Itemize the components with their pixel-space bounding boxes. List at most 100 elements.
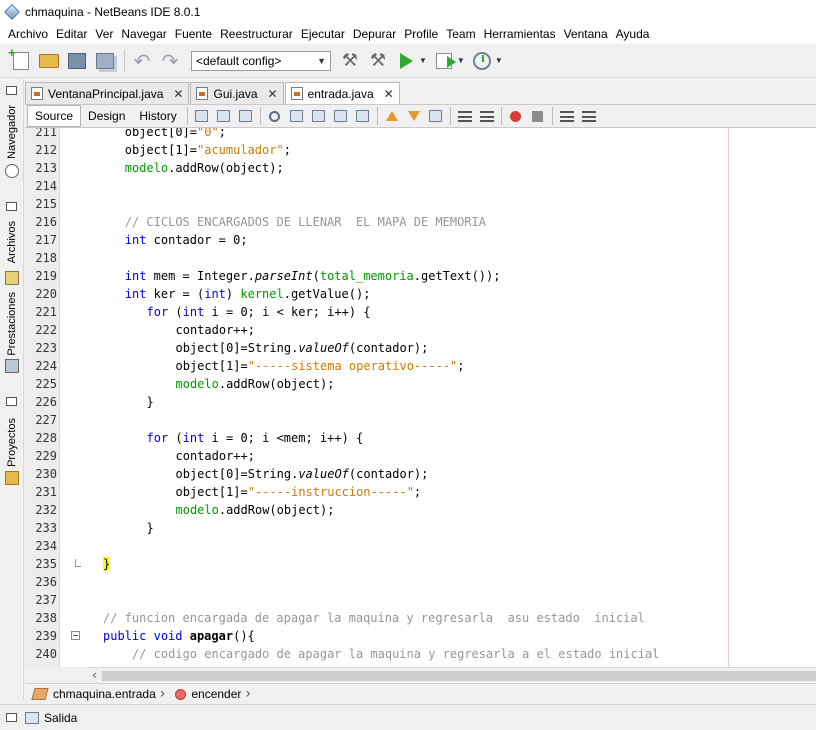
last-edit-button[interactable] xyxy=(191,106,213,126)
menu-fuente[interactable]: Fuente xyxy=(171,27,216,41)
build-button[interactable]: ⚒ xyxy=(337,49,363,73)
code-line[interactable]: 232 modelo.addRow(object); xyxy=(25,501,816,519)
shift-left-button[interactable] xyxy=(454,106,476,126)
code-line[interactable]: 227 xyxy=(25,411,816,429)
debug-button[interactable] xyxy=(431,49,457,73)
code-line[interactable]: 233} xyxy=(25,519,816,537)
code-line[interactable]: 212 object[1]="acumulador"; xyxy=(25,141,816,159)
sidebar-tab-archivos[interactable]: Archivos xyxy=(0,219,24,265)
scroll-left-icon[interactable]: ‹ xyxy=(92,668,97,682)
restore-window-icon[interactable] xyxy=(6,86,17,95)
menu-ayuda[interactable]: Ayuda xyxy=(612,27,654,41)
code-line[interactable]: 239 public void apagar(){ xyxy=(25,627,816,645)
breadcrumb-method[interactable]: encender › xyxy=(175,686,251,702)
code-line[interactable]: 228 for (int i = 0; i <mem; i++) { xyxy=(25,429,816,447)
code-line[interactable]: 231 object[1]="-----instruccion-----"; xyxy=(25,483,816,501)
config-select[interactable]: <default config> ▼ xyxy=(191,50,331,71)
find-previous-button[interactable] xyxy=(286,106,308,126)
code-line[interactable]: 235} xyxy=(25,555,816,573)
scrollbar-thumb[interactable] xyxy=(102,671,816,681)
code-line[interactable]: 238 // funcion encargada de apagar la maq… xyxy=(25,609,816,627)
comment-button[interactable] xyxy=(556,106,578,126)
code-line[interactable]: 215 xyxy=(25,195,816,213)
code-line[interactable]: 216 // CICLOS ENCARGADOS DE LLENAR EL MAP… xyxy=(25,213,816,231)
menu-profile[interactable]: Profile xyxy=(400,27,442,41)
code-line[interactable]: 230 object[0]=String.valueOf(contador); xyxy=(25,465,816,483)
breadcrumb-class[interactable]: chmaquina.entrada › xyxy=(31,686,165,702)
code-line[interactable]: 224 object[1]="-----sistema operativo----… xyxy=(25,357,816,375)
toggle-highlight-button[interactable] xyxy=(330,106,352,126)
code-line[interactable]: 211 object[0]="0"; xyxy=(25,128,816,141)
code-line[interactable]: 237 xyxy=(25,591,816,609)
stop-macro-button[interactable] xyxy=(527,106,549,126)
undo-button[interactable]: ↶ xyxy=(129,49,155,73)
output-tab[interactable]: Salida xyxy=(44,711,77,725)
clean-build-button[interactable]: ⚒ xyxy=(365,49,391,73)
find-button[interactable] xyxy=(264,106,286,126)
run-button[interactable] xyxy=(393,49,419,73)
redo-button[interactable]: ↷ xyxy=(157,49,183,73)
restore-window-icon[interactable] xyxy=(6,202,17,211)
restore-window-icon[interactable] xyxy=(6,713,17,722)
menu-ejecutar[interactable]: Ejecutar xyxy=(297,27,349,41)
code-line[interactable]: 229 contador++; xyxy=(25,447,816,465)
shift-right-button[interactable] xyxy=(476,106,498,126)
menu-navegar[interactable]: Navegar xyxy=(117,27,170,41)
tab-ventanaprincipal[interactable]: VentanaPrincipal.java ✕ xyxy=(25,82,190,104)
output-icon xyxy=(25,711,39,724)
tab-entrada[interactable]: entrada.java ✕ xyxy=(284,82,400,104)
code-editor[interactable]: 211 object[0]="0"; 212 object[1]="acumulado… xyxy=(25,128,816,667)
code-line[interactable]: 234 xyxy=(25,537,816,555)
tab-gui[interactable]: Gui.java ✕ xyxy=(190,82,284,104)
open-project-button[interactable] xyxy=(64,49,90,73)
code-line[interactable]: 217 int contador = 0; xyxy=(25,231,816,249)
next-bookmark-button[interactable] xyxy=(403,106,425,126)
run-dropdown-icon[interactable]: ▼ xyxy=(419,56,427,65)
tab-source[interactable]: Source xyxy=(27,105,82,127)
tab-history[interactable]: History xyxy=(132,105,183,127)
code-line[interactable]: 223 object[0]=String.valueOf(contador); xyxy=(25,339,816,357)
code-line[interactable]: 220 int ker = (int) kernel.getValue(); xyxy=(25,285,816,303)
save-all-button[interactable] xyxy=(92,49,118,73)
menu-depurar[interactable]: Depurar xyxy=(349,27,400,41)
menu-ver[interactable]: Ver xyxy=(91,27,117,41)
close-icon[interactable]: ✕ xyxy=(384,87,394,101)
code-line[interactable]: 222 contador++; xyxy=(25,321,816,339)
code-line[interactable]: 213 modelo.addRow(object); xyxy=(25,159,816,177)
menu-reestructurar[interactable]: Reestructurar xyxy=(216,27,297,41)
menu-herramientas[interactable]: Herramientas xyxy=(480,27,560,41)
uncomment-button[interactable] xyxy=(578,106,600,126)
code-line[interactable]: 225 modelo.addRow(object); xyxy=(25,375,816,393)
restore-window-icon[interactable] xyxy=(6,397,17,406)
find-next-button[interactable] xyxy=(308,106,330,126)
code-line[interactable]: 226} xyxy=(25,393,816,411)
new-project-button[interactable] xyxy=(36,49,62,73)
code-line[interactable]: 214 xyxy=(25,177,816,195)
sidebar-tab-navegador[interactable]: Navegador xyxy=(0,101,24,163)
prev-bookmark-button[interactable] xyxy=(381,106,403,126)
code-line[interactable]: 221 for (int i = 0; i < ker; i++) { xyxy=(25,303,816,321)
menu-editar[interactable]: Editar xyxy=(52,27,91,41)
code-line[interactable]: 218 xyxy=(25,249,816,267)
profile-button[interactable] xyxy=(469,49,495,73)
code-line[interactable]: 236 xyxy=(25,573,816,591)
start-macro-button[interactable] xyxy=(505,106,527,126)
code-line[interactable]: 240 // codigo encargado de apagar la maqu… xyxy=(25,645,816,663)
tab-design[interactable]: Design xyxy=(81,105,132,127)
horizontal-scrollbar[interactable]: ‹ xyxy=(88,667,816,683)
sidebar-tab-proyectos[interactable]: Proyectos xyxy=(0,414,24,470)
code-line[interactable]: 219 int mem = Integer.parseInt(total_memo… xyxy=(25,267,816,285)
debug-dropdown-icon[interactable]: ▼ xyxy=(457,56,465,65)
back-button[interactable] xyxy=(213,106,235,126)
menu-team[interactable]: Team xyxy=(442,27,479,41)
close-icon[interactable]: ✕ xyxy=(173,87,183,101)
new-file-button[interactable] xyxy=(8,45,34,73)
profile-dropdown-icon[interactable]: ▼ xyxy=(495,56,503,65)
close-icon[interactable]: ✕ xyxy=(268,87,278,101)
menu-ventana[interactable]: Ventana xyxy=(560,27,612,41)
forward-button[interactable] xyxy=(235,106,257,126)
toggle-rect-select-button[interactable] xyxy=(352,106,374,126)
sidebar-tab-prestaciones[interactable]: Prestaciones xyxy=(0,291,24,357)
menu-archivo[interactable]: Archivo xyxy=(4,27,52,41)
toggle-bookmark-button[interactable] xyxy=(425,106,447,126)
